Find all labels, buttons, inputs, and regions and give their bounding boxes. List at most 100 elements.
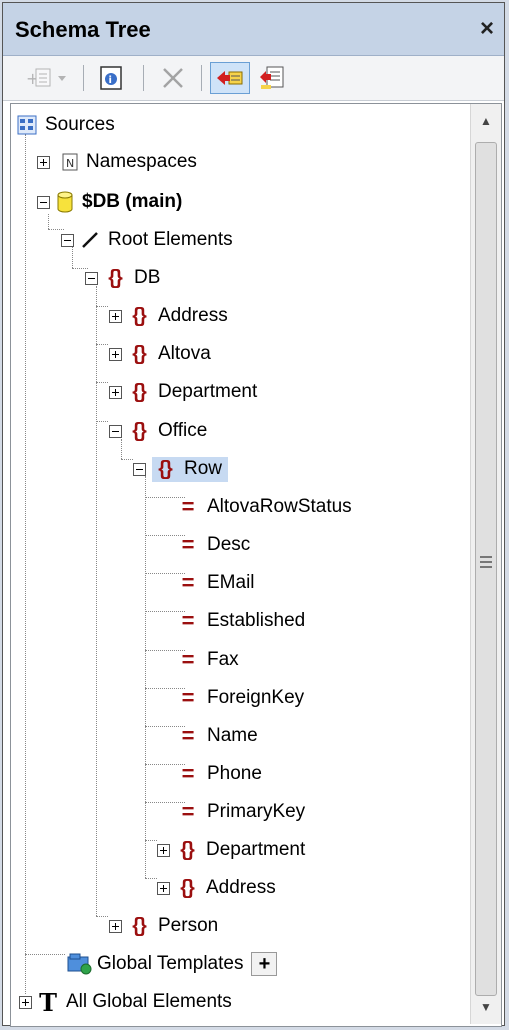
sources-icon xyxy=(17,115,37,135)
tree-node-person[interactable]: {} Person xyxy=(109,910,218,942)
tree-node-address[interactable]: {} Address xyxy=(109,300,228,332)
global-templates-icon xyxy=(67,953,93,975)
element-icon: {} xyxy=(180,838,195,861)
tree-guide xyxy=(121,459,133,460)
tree-guide xyxy=(25,954,65,955)
tree-node-label: ForeignKey xyxy=(207,687,305,708)
tree-node-label: DB xyxy=(134,267,161,288)
tree-node-attribute[interactable]: = AltovaRowStatus xyxy=(177,491,352,523)
tree-node-label: Altova xyxy=(158,343,211,364)
expand-icon[interactable] xyxy=(109,385,122,399)
tree-guide xyxy=(96,916,108,917)
tree-node-office[interactable]: {} Office xyxy=(109,415,207,447)
schema-tree: Sources N Namespaces $DB (main) Root Ele… xyxy=(10,103,502,1027)
element-icon: {} xyxy=(180,876,195,899)
collapse-icon[interactable] xyxy=(133,462,146,476)
tree-node-all-global-elements[interactable]: T All Global Elements xyxy=(19,986,232,1018)
element-icon: {} xyxy=(132,342,147,365)
tree-node-label: Office xyxy=(158,420,208,441)
expand-icon[interactable] xyxy=(109,309,122,323)
tree-node-label: Desc xyxy=(207,534,251,555)
tree-node-db[interactable]: {} DB xyxy=(85,262,160,294)
delete-icon xyxy=(163,68,183,88)
tree-node-namespaces[interactable]: N Namespaces xyxy=(37,146,197,178)
tree-node-department[interactable]: {} Department xyxy=(109,376,257,408)
sync-tree-button[interactable] xyxy=(210,62,250,94)
tree-node-label: PrimaryKey xyxy=(207,801,306,822)
close-icon[interactable]: × xyxy=(480,15,494,43)
expand-icon[interactable] xyxy=(19,995,32,1009)
tree-node-label: Row xyxy=(184,458,223,479)
tree-node-label: Department xyxy=(206,839,306,860)
tree-guide xyxy=(145,476,146,878)
tree-node-attribute[interactable]: = Fax xyxy=(177,644,239,676)
tree-guide xyxy=(96,421,108,422)
expand-icon[interactable] xyxy=(109,919,122,933)
add-global-template-button[interactable]: + xyxy=(251,952,278,976)
tree-guide xyxy=(96,344,108,345)
tree-guide xyxy=(96,306,108,307)
tree-node-label: Address xyxy=(158,305,228,326)
schema-tree-panel: Schema Tree × + i Sources N Namespaces $… xyxy=(2,2,505,1027)
tree-node-attribute[interactable]: = PrimaryKey xyxy=(177,796,306,828)
tree-node-db-main[interactable]: $DB (main) xyxy=(37,186,182,218)
tree-node-attribute[interactable]: = Desc xyxy=(177,529,251,561)
attribute-icon: = xyxy=(181,685,195,710)
tree-guide xyxy=(145,840,157,841)
element-icon: {} xyxy=(132,380,147,403)
tree-node-label: Person xyxy=(158,915,219,936)
tree-node-label: Global Templates xyxy=(97,953,244,974)
panel-titlebar: Schema Tree × xyxy=(3,3,504,56)
tree-node-label: Root Elements xyxy=(108,229,233,250)
tree-node-attribute[interactable]: = Phone xyxy=(177,758,262,790)
tree-node-root-elements[interactable]: Root Elements xyxy=(61,224,233,256)
tree-node-sources[interactable]: Sources xyxy=(17,109,115,141)
tree-node-altova[interactable]: {} Altova xyxy=(109,338,211,370)
tree-node-row-department[interactable]: {} Department xyxy=(157,834,305,866)
vertical-scrollbar[interactable]: ▲ ▼ xyxy=(470,104,501,1024)
add-node-button[interactable]: + xyxy=(23,62,73,94)
scroll-down-icon[interactable]: ▼ xyxy=(471,992,501,1022)
tree-node-label: Department xyxy=(158,381,258,402)
svg-text:i: i xyxy=(109,75,112,86)
scroll-up-icon[interactable]: ▲ xyxy=(471,106,501,136)
element-icon: {} xyxy=(132,914,147,937)
panel-title: Schema Tree xyxy=(15,17,151,42)
tree-node-attribute[interactable]: = Name xyxy=(177,720,258,752)
properties-button[interactable]: i xyxy=(93,62,129,94)
expand-icon[interactable] xyxy=(37,155,50,169)
attribute-icon: = xyxy=(181,761,195,786)
collapse-icon[interactable] xyxy=(109,424,122,438)
tree-node-label: EMail xyxy=(207,572,255,593)
sort-icon xyxy=(260,66,284,89)
scrollbar-thumb[interactable] xyxy=(475,142,497,996)
collapse-icon[interactable] xyxy=(37,195,50,209)
tree-node-global-templates[interactable]: Global Templates + xyxy=(67,948,278,980)
toolbar: + i xyxy=(3,56,504,101)
attribute-icon: = xyxy=(181,494,195,519)
attribute-icon: = xyxy=(181,608,195,633)
tree-node-attribute[interactable]: = ForeignKey xyxy=(177,682,305,714)
expand-icon[interactable] xyxy=(109,347,122,361)
selected-node-highlight: {} Row xyxy=(152,456,229,482)
tree-node-row-address[interactable]: {} Address xyxy=(157,872,276,904)
expand-icon[interactable] xyxy=(157,881,170,895)
collapse-icon[interactable] xyxy=(85,271,98,285)
namespace-icon: N xyxy=(62,153,78,171)
database-icon xyxy=(56,191,74,213)
tree-node-row[interactable]: {} Row xyxy=(133,453,229,485)
tree-node-attribute[interactable]: = Established xyxy=(177,605,306,637)
sort-button[interactable] xyxy=(255,62,291,94)
collapse-icon[interactable] xyxy=(61,233,74,247)
expand-icon[interactable] xyxy=(157,843,170,857)
tree-node-attribute[interactable]: = EMail xyxy=(177,567,255,599)
tree-node-label: All Global Elements xyxy=(66,991,232,1012)
add-node-icon: + xyxy=(26,68,66,88)
tree-node-label: Fax xyxy=(207,649,239,670)
delete-button[interactable] xyxy=(155,62,191,94)
tree-node-label: Address xyxy=(206,877,276,898)
attribute-icon: = xyxy=(181,570,195,595)
tree-guide xyxy=(96,382,108,383)
element-icon: {} xyxy=(132,304,147,327)
tree-node-label: Sources xyxy=(45,114,115,135)
